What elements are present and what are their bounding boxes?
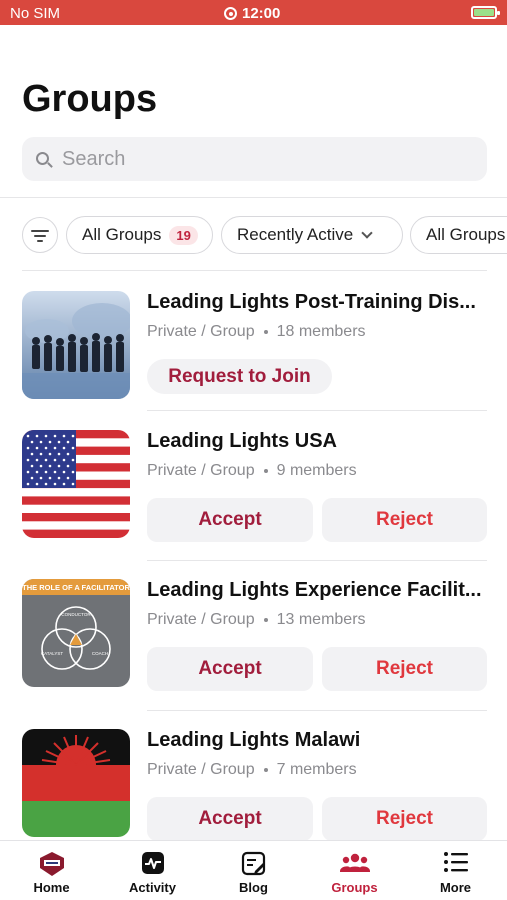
list-divider bbox=[147, 410, 487, 411]
filter-divider bbox=[22, 270, 487, 271]
tab-groups[interactable]: Groups bbox=[304, 841, 405, 900]
accept-button[interactable]: Accept bbox=[147, 498, 313, 542]
facilitator-venn-diagram-icon: THE ROLE OF A FACILITATOR CONDUCTOR CATA… bbox=[22, 579, 130, 687]
facilitator-top-text: CONDUCTOR bbox=[61, 612, 91, 617]
tab-home[interactable]: Home bbox=[1, 841, 102, 900]
location-icon bbox=[224, 7, 237, 20]
separator-dot bbox=[263, 468, 268, 473]
list-divider bbox=[147, 710, 487, 711]
group-privacy: Private / Group bbox=[147, 323, 255, 340]
home-logo-icon bbox=[37, 851, 67, 882]
groups-icon bbox=[339, 851, 370, 880]
separator-dot bbox=[263, 617, 268, 622]
filter-icon-line bbox=[31, 230, 49, 232]
group-name[interactable]: Leading Lights USA bbox=[147, 430, 492, 453]
accept-button[interactable]: Accept bbox=[147, 797, 313, 841]
battery-icon bbox=[471, 6, 500, 19]
tab-label: Groups bbox=[331, 880, 378, 895]
group-members: 7 members bbox=[276, 761, 357, 778]
group-meta: Private / Group 13 members bbox=[147, 611, 366, 629]
status-clock: 12:00 bbox=[224, 5, 280, 22]
tab-label: Activity bbox=[129, 880, 176, 895]
facilitator-left-text: CATALYST bbox=[41, 651, 64, 656]
separator-dot bbox=[263, 329, 268, 334]
request-to-join-button[interactable]: Request to Join bbox=[147, 359, 332, 394]
accept-button[interactable]: Accept bbox=[147, 647, 313, 691]
facilitator-banner-text: THE ROLE OF A FACILITATOR bbox=[22, 583, 130, 592]
group-name[interactable]: Leading Lights Experience Facilit... bbox=[147, 579, 492, 602]
group-privacy: Private / Group bbox=[147, 761, 255, 778]
activity-icon bbox=[141, 851, 165, 880]
search-icon bbox=[36, 152, 49, 165]
status-bar: No SIM 12:00 bbox=[0, 0, 507, 25]
all-groups-chip[interactable]: All Groups 19 bbox=[66, 216, 213, 254]
group-members: 13 members bbox=[276, 611, 366, 628]
tab-activity[interactable]: Activity bbox=[102, 841, 203, 900]
chevron-down-icon bbox=[361, 226, 373, 239]
bottom-tab-bar: Home Activity Blog Groups More bbox=[0, 840, 507, 900]
all-groups-count-badge: 19 bbox=[169, 225, 198, 245]
group-privacy: Private / Group bbox=[147, 611, 255, 628]
reject-button[interactable]: Reject bbox=[322, 498, 487, 542]
group-type-dropdown-label: All Groups bbox=[426, 225, 506, 244]
usa-flag-icon bbox=[22, 430, 130, 538]
filter-icon-line bbox=[34, 235, 46, 237]
tab-more[interactable]: More bbox=[405, 841, 506, 900]
all-groups-chip-label: All Groups bbox=[82, 225, 162, 244]
group-name[interactable]: Leading Lights Post-Training Dis... bbox=[147, 291, 492, 314]
tab-label: More bbox=[439, 880, 472, 895]
group-members: 9 members bbox=[276, 462, 357, 479]
search-bar[interactable] bbox=[22, 137, 487, 181]
sort-dropdown-label: Recently Active bbox=[237, 225, 354, 244]
group-meta: Private / Group 18 members bbox=[147, 323, 366, 341]
group-privacy: Private / Group bbox=[147, 462, 255, 479]
menu-icon bbox=[443, 851, 469, 878]
filter-button[interactable] bbox=[22, 217, 58, 253]
search-input[interactable] bbox=[62, 137, 482, 181]
carrier-label: No SIM bbox=[10, 5, 61, 22]
status-time: 12:00 bbox=[242, 5, 281, 22]
filter-icon-line bbox=[37, 240, 43, 242]
tab-label: Home bbox=[33, 880, 70, 895]
group-meta: Private / Group 9 members bbox=[147, 462, 357, 480]
reject-button[interactable]: Reject bbox=[322, 797, 487, 841]
tab-label: Blog bbox=[239, 880, 268, 895]
business-people-icon bbox=[22, 291, 130, 399]
group-name[interactable]: Leading Lights Malawi bbox=[147, 729, 492, 752]
separator-dot bbox=[263, 767, 268, 772]
blog-icon bbox=[241, 851, 267, 882]
list-divider bbox=[147, 560, 487, 561]
group-type-dropdown[interactable]: All Groups bbox=[410, 216, 507, 254]
facilitator-right-text: COACH bbox=[92, 651, 108, 656]
reject-button[interactable]: Reject bbox=[322, 647, 487, 691]
tab-blog[interactable]: Blog bbox=[203, 841, 304, 900]
group-meta: Private / Group 7 members bbox=[147, 761, 357, 779]
malawi-flag-icon bbox=[22, 729, 130, 837]
group-members: 18 members bbox=[276, 323, 366, 340]
sort-dropdown[interactable]: Recently Active bbox=[221, 216, 403, 254]
header-divider bbox=[0, 197, 507, 198]
filter-row: All Groups 19 Recently Active All Groups bbox=[0, 216, 507, 254]
page-title: Groups bbox=[22, 78, 158, 120]
